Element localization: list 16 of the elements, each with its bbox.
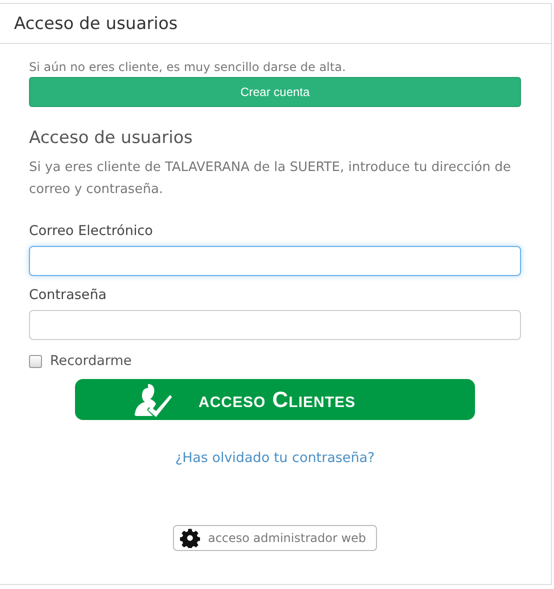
input-field[interactable] <box>29 310 521 340</box>
login-intro: Si ya eres cliente de TALAVERANA de la SUERTE, introduce tu dirección de correo y contraseña. <box>29 159 512 199</box>
field-label: Correo Electrónico <box>29 223 153 239</box>
admin-access-button[interactable]: acceso administrador web <box>172 525 378 551</box>
field-label: Contraseña <box>29 287 107 303</box>
client-login-button[interactable]: acceso Clientes <box>75 379 475 420</box>
remember-checkbox[interactable] <box>29 354 42 368</box>
panel-title: Acceso de usuarios <box>14 14 178 34</box>
user-check-icon <box>134 382 174 418</box>
login-heading: Acceso de usuarios <box>29 128 193 148</box>
signup-text: Si aún no eres cliente, es muy sencillo darse de alta. <box>29 60 346 74</box>
create-account-button[interactable]: Crear cuenta <box>29 77 521 107</box>
gear-icon <box>180 528 200 548</box>
input-field[interactable] <box>29 246 521 276</box>
forgot-password-link[interactable]: ¿Has olvidado tu contraseña? <box>175 450 375 466</box>
remember-label: Recordarme <box>50 353 132 369</box>
